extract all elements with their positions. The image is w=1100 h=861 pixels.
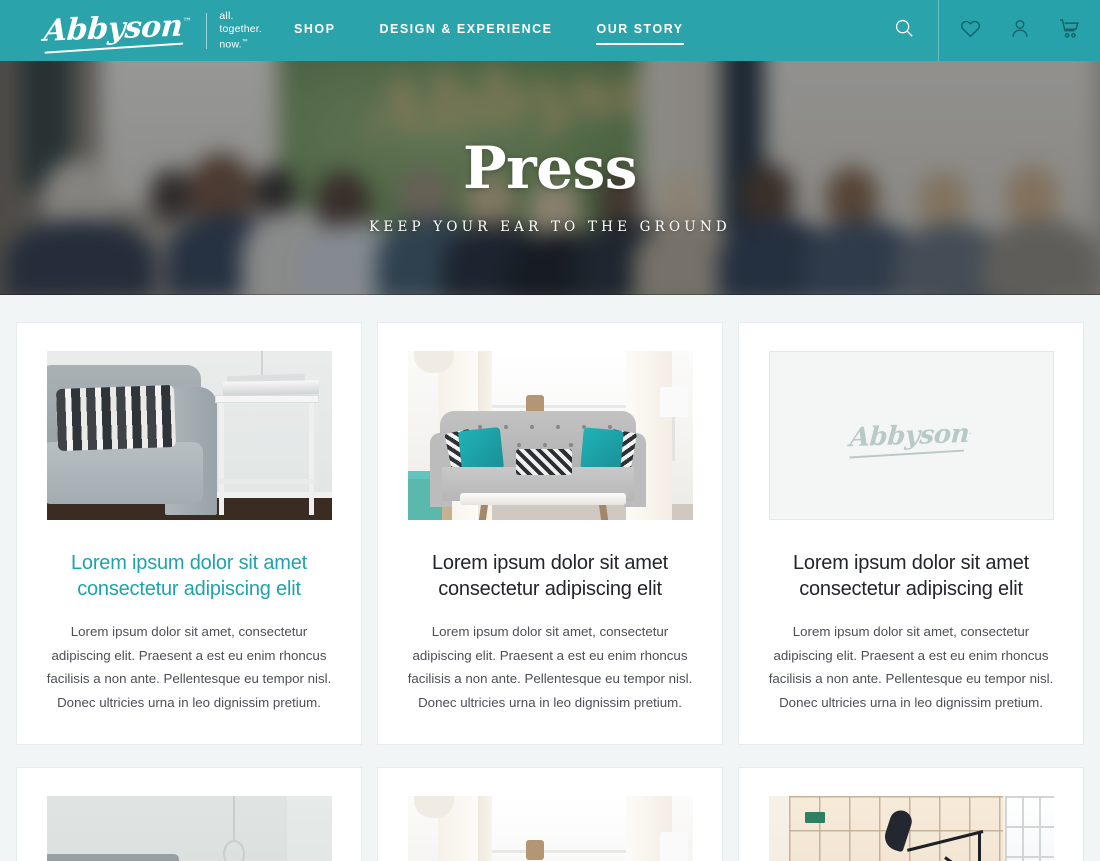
abbyson-placeholder-logo: Abbyson. xyxy=(849,418,973,453)
press-card-image xyxy=(768,796,1054,861)
header-actions xyxy=(870,0,1100,61)
brand-logo[interactable]: Abbyson™ all. together. now.™ xyxy=(42,0,262,61)
nav-item-design-and-experience[interactable]: DESIGN & EXPERIENCE xyxy=(379,22,552,39)
hero-bottom-divider xyxy=(0,294,1100,295)
brand-tagline-line-1: all. xyxy=(219,9,234,22)
press-card[interactable]: Lorem ipsum dolor sit amet consectetur a… xyxy=(377,322,723,745)
hero-content: Press KEEP YOUR EAR TO THE GROUND xyxy=(0,61,1100,295)
search-icon xyxy=(893,17,915,44)
account-button[interactable] xyxy=(1007,18,1033,44)
hero-subtitle: KEEP YOUR EAR TO THE GROUND xyxy=(369,219,731,235)
nav-item-our-story[interactable]: OUR STORY xyxy=(596,22,684,45)
main-navigation: SHOP DESIGN & EXPERIENCE OUR STORY xyxy=(294,0,684,61)
press-card-grid: Lorem ipsum dolor sit amet consectetur a… xyxy=(0,295,1100,861)
press-card-body: Lorem ipsum dolor sit amet, consectetur … xyxy=(46,624,332,710)
press-card-title[interactable]: Lorem ipsum dolor sit amet consectetur a… xyxy=(767,550,1055,602)
site-header: Abbyson™ all. together. now.™ SHOP DESIG… xyxy=(0,0,1100,61)
brand-tagline: all. together. now.™ xyxy=(219,10,262,52)
press-card-image xyxy=(46,351,332,520)
press-card-title[interactable]: Lorem ipsum dolor sit amet consectetur a… xyxy=(45,550,333,602)
press-card[interactable] xyxy=(16,767,362,861)
hero-banner: Abbyson Press KEEP YOUR EAR TO THE GROUN… xyxy=(0,61,1100,295)
press-card[interactable]: Abbyson. Lorem ipsum dolor sit amet cons… xyxy=(738,322,1084,745)
search-button[interactable] xyxy=(870,0,938,61)
brand-tagline-line-2: together. xyxy=(219,22,263,35)
press-card[interactable]: Lorem ipsum dolor sit amet consectetur a… xyxy=(16,322,362,745)
press-card-image xyxy=(407,796,693,861)
press-card[interactable] xyxy=(377,767,723,861)
press-card[interactable] xyxy=(738,767,1084,861)
cart-button[interactable] xyxy=(1056,18,1082,44)
cart-icon xyxy=(1057,17,1081,45)
utility-icon-panel xyxy=(938,0,1100,61)
brand-divider xyxy=(206,12,208,49)
brand-tagline-trademark: ™ xyxy=(241,38,248,45)
brand-script-wordmark: Abbyson™ xyxy=(42,8,192,49)
page-title: Press xyxy=(463,134,637,202)
nav-item-shop[interactable]: SHOP xyxy=(294,22,335,39)
press-card-image-placeholder: Abbyson. xyxy=(768,351,1054,520)
press-card-image xyxy=(46,796,332,861)
press-card-title[interactable]: Lorem ipsum dolor sit amet consectetur a… xyxy=(406,550,694,602)
press-card-image xyxy=(407,351,693,520)
press-card-body: Lorem ipsum dolor sit amet, consectetur … xyxy=(768,624,1054,710)
heart-icon xyxy=(959,17,982,45)
wishlist-button[interactable] xyxy=(958,18,984,44)
press-card-body: Lorem ipsum dolor sit amet, consectetur … xyxy=(407,624,693,710)
brand-tagline-line-3: now.™ xyxy=(219,38,248,51)
user-icon xyxy=(1009,17,1031,45)
placeholder-logo-mark: . xyxy=(968,426,973,437)
brand-trademark: ™ xyxy=(182,16,192,28)
